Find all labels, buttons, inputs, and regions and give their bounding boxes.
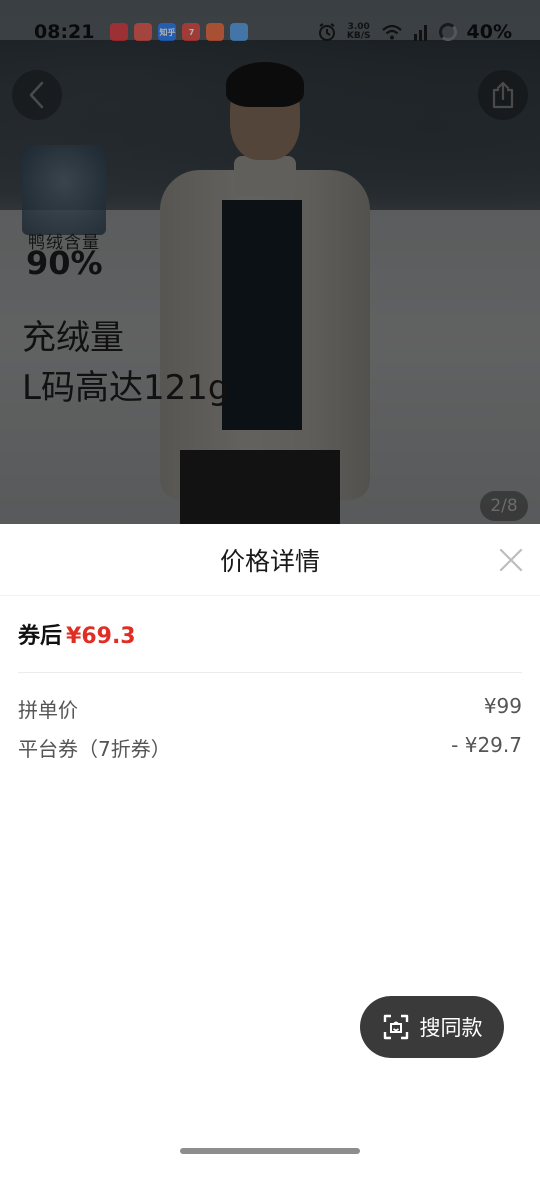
status-indicators: 3.00 KB/S 40% (317, 21, 512, 43)
home-indicator[interactable] (180, 1148, 360, 1154)
close-icon (499, 548, 523, 572)
search-similar-label: 搜同款 (419, 1016, 483, 1040)
after-coupon-label: 券后 (18, 624, 63, 649)
after-coupon-amount: ¥69.3 (66, 624, 136, 649)
network-speed-unit: KB/S (346, 31, 371, 41)
search-similar-button[interactable]: 搜同款 (360, 996, 504, 1058)
battery-percent: 40% (466, 21, 512, 43)
app-notification-icon (134, 23, 153, 41)
price-row-label: 平台券（7折券） (18, 737, 171, 761)
price-row-group-buy: 拼单价 ¥99 (18, 694, 522, 723)
weather-icon (230, 23, 249, 41)
wifi-icon (381, 24, 402, 40)
sheet-title: 价格详情 (219, 546, 320, 576)
price-row-value: ¥99 (483, 694, 522, 718)
image-search-icon (383, 1014, 408, 1040)
screen: 鸭绒含量 90% 充绒量 L码高达121g 2/8 08:21 知乎 7 3.0… (0, 0, 540, 1188)
status-time: 08:21 (34, 21, 95, 43)
app-notification-icon: 7 (182, 23, 201, 41)
price-detail-sheet: 价格详情 券后 ¥69.3 拼单价 ¥99 平台券（7折券） - ¥29.7 搜… (0, 524, 540, 1188)
price-row-value: - ¥29.7 (451, 733, 522, 757)
app-notification-icon (206, 23, 225, 41)
notification-icons: 知乎 7 (110, 23, 249, 41)
divider (18, 672, 522, 673)
status-bar: 08:21 知乎 7 3.00 KB/S 40% (0, 0, 540, 64)
fill-amount-value: L码高达121g (22, 368, 230, 408)
share-button[interactable] (478, 70, 528, 120)
price-row-label: 拼单价 (18, 698, 78, 722)
share-icon (492, 81, 514, 109)
image-page-indicator: 2/8 (480, 491, 528, 521)
zhihu-icon: 知乎 (158, 23, 177, 41)
product-image[interactable]: 鸭绒含量 90% 充绒量 L码高达121g 2/8 08:21 知乎 7 3.0… (0, 0, 540, 524)
signal-icon (413, 25, 427, 41)
close-button[interactable] (498, 547, 524, 573)
back-button[interactable] (12, 70, 62, 120)
sheet-header: 价格详情 (0, 524, 540, 596)
battery-icon (438, 23, 457, 41)
price-row-platform-coupon: 平台券（7折券） - ¥29.7 (18, 733, 522, 762)
after-coupon-price: 券后 ¥69.3 (18, 618, 136, 650)
chevron-left-icon (29, 81, 44, 109)
alarm-icon (318, 23, 335, 41)
fill-amount-headline: 充绒量 (22, 318, 124, 358)
app-notification-icon (110, 23, 129, 41)
down-content-percent: 90% (26, 244, 103, 282)
network-speed: 3.00 KB/S (347, 23, 371, 41)
